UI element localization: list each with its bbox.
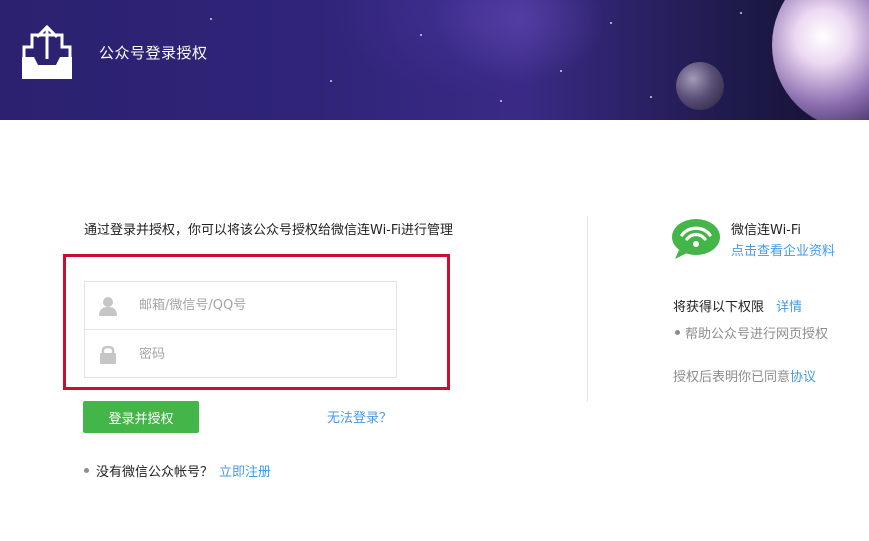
- permissions-detail-link[interactable]: 详情: [776, 300, 802, 315]
- no-account-text: 没有微信公众帐号？: [96, 465, 214, 480]
- intro-text: 通过登录并授权，你可以将该公众号授权给微信连Wi-Fi进行管理: [84, 223, 454, 238]
- planet-decoration-large: [772, 0, 869, 120]
- permissions-header: 将获得以下权限 详情: [673, 296, 802, 315]
- permission-item: 帮助公众号进行网页授权: [675, 323, 828, 342]
- password-row: [85, 330, 396, 378]
- permission-label: 帮助公众号进行网页授权: [685, 327, 829, 342]
- header-banner: 公众号登录授权: [0, 0, 869, 120]
- bullet-icon: [675, 330, 680, 335]
- cant-login-link[interactable]: 无法登录？: [327, 407, 392, 426]
- page-title: 公众号登录授权: [99, 44, 208, 62]
- agreement-link[interactable]: 协议: [790, 370, 816, 385]
- agreement-row: 授权后表明你已同意协议: [673, 366, 816, 385]
- planet-decoration: [676, 62, 724, 110]
- vertical-divider: [587, 216, 588, 402]
- register-link[interactable]: 立即注册: [219, 461, 271, 480]
- upload-tray-icon: [20, 24, 74, 80]
- lock-icon: [99, 344, 117, 364]
- company-info-link[interactable]: 点击查看企业资料: [731, 240, 835, 259]
- login-form: [84, 281, 397, 378]
- bullet-icon: [84, 468, 89, 473]
- username-input[interactable]: [139, 298, 379, 313]
- user-icon: [99, 296, 117, 316]
- app-name: 微信连Wi-Fi: [731, 223, 802, 238]
- login-authorize-button[interactable]: 登录并授权: [83, 401, 199, 433]
- wifi-chat-icon: [671, 218, 721, 260]
- agree-text: 授权后表明你已同意: [673, 370, 791, 385]
- password-input[interactable]: [139, 346, 379, 362]
- permissions-title: 将获得以下权限: [673, 300, 765, 315]
- username-row: [85, 282, 396, 330]
- register-row: 没有微信公众帐号？ 立即注册: [84, 461, 271, 480]
